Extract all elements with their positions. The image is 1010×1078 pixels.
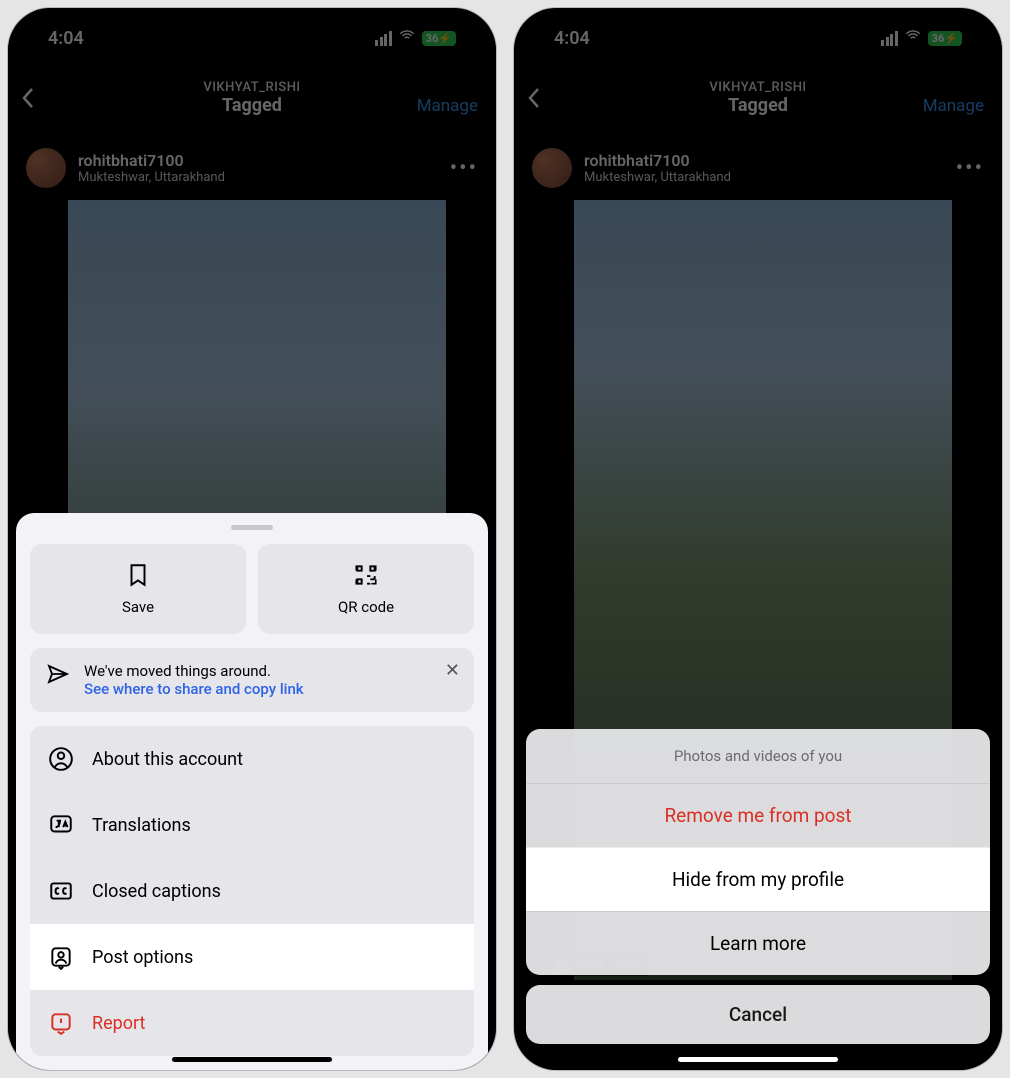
translations-label: Translations bbox=[92, 815, 191, 836]
poster-location[interactable]: Mukteshwar, Uttarakhand bbox=[584, 170, 731, 185]
post-options-label: Post options bbox=[92, 947, 193, 968]
close-icon[interactable]: ✕ bbox=[445, 660, 460, 681]
notice-line1: We've moved things around. bbox=[84, 662, 304, 680]
poster-username[interactable]: rohitbhati7100 bbox=[78, 151, 225, 170]
closed-captions-item[interactable]: Closed captions bbox=[30, 858, 474, 924]
wifi-icon bbox=[398, 27, 416, 50]
options-menu: About this account Translations Closed c… bbox=[30, 726, 474, 1056]
cancel-button[interactable]: Cancel bbox=[526, 985, 990, 1044]
send-icon bbox=[46, 662, 70, 686]
post-header: rohitbhati7100 Mukteshwar, Uttarakhand •… bbox=[514, 148, 1002, 188]
cellular-icon bbox=[375, 31, 392, 46]
avatar[interactable] bbox=[26, 148, 66, 188]
qr-label: QR code bbox=[338, 598, 394, 616]
report-icon bbox=[48, 1010, 74, 1036]
home-indicator[interactable] bbox=[172, 1057, 332, 1062]
status-time: 4:04 bbox=[554, 28, 590, 49]
status-bar: 4:04 36⚡ bbox=[8, 8, 496, 68]
nav-header: VIKHYAT_RISHI Tagged Manage bbox=[514, 80, 1002, 116]
back-button[interactable] bbox=[20, 86, 36, 116]
report-item[interactable]: Report bbox=[30, 990, 474, 1056]
home-indicator[interactable] bbox=[678, 1057, 838, 1062]
user-icon bbox=[48, 746, 74, 772]
alert-header: Photos and videos of you bbox=[526, 729, 990, 783]
nav-header: VIKHYAT_RISHI Tagged Manage bbox=[8, 80, 496, 116]
sheet-handle[interactable] bbox=[231, 525, 273, 530]
person-tag-icon bbox=[48, 944, 74, 970]
about-label: About this account bbox=[92, 749, 243, 770]
poster-location[interactable]: Mukteshwar, Uttarakhand bbox=[78, 170, 225, 185]
back-button[interactable] bbox=[526, 86, 542, 116]
avatar[interactable] bbox=[532, 148, 572, 188]
captions-label: Closed captions bbox=[92, 881, 221, 902]
cc-icon bbox=[48, 878, 74, 904]
nav-subtitle: VIKHYAT_RISHI bbox=[203, 80, 300, 95]
translations-item[interactable]: Translations bbox=[30, 792, 474, 858]
battery-indicator: 36⚡ bbox=[928, 31, 962, 46]
report-label: Report bbox=[92, 1013, 145, 1034]
post-options-item[interactable]: Post options bbox=[30, 924, 474, 990]
status-time: 4:04 bbox=[48, 28, 84, 49]
qr-code-button[interactable]: QR code bbox=[258, 544, 474, 634]
save-label: Save bbox=[122, 598, 154, 616]
remove-from-post-button[interactable]: Remove me from post bbox=[526, 783, 990, 847]
manage-button[interactable]: Manage bbox=[417, 96, 478, 116]
status-bar: 4:04 36⚡ bbox=[514, 8, 1002, 68]
notice-link[interactable]: See where to share and copy link bbox=[84, 680, 304, 698]
translate-icon bbox=[48, 812, 74, 838]
learn-more-button[interactable]: Learn more bbox=[526, 911, 990, 975]
share-notice: We've moved things around. See where to … bbox=[30, 648, 474, 712]
more-options-button[interactable]: ••• bbox=[450, 156, 478, 181]
wifi-icon bbox=[904, 27, 922, 50]
action-sheet: Photos and videos of you Remove me from … bbox=[526, 729, 990, 1044]
more-options-button[interactable]: ••• bbox=[956, 156, 984, 181]
poster-username[interactable]: rohitbhati7100 bbox=[584, 151, 731, 170]
save-button[interactable]: Save bbox=[30, 544, 246, 634]
battery-indicator: 36⚡ bbox=[422, 31, 456, 46]
hide-from-profile-button[interactable]: Hide from my profile bbox=[526, 847, 990, 911]
about-account-item[interactable]: About this account bbox=[30, 726, 474, 792]
bottom-sheet: Save QR code We've moved things around. … bbox=[16, 513, 488, 1070]
manage-button[interactable]: Manage bbox=[923, 96, 984, 116]
post-header: rohitbhati7100 Mukteshwar, Uttarakhand •… bbox=[8, 148, 496, 188]
nav-title: Tagged bbox=[709, 95, 806, 116]
nav-title: Tagged bbox=[203, 95, 300, 116]
phone-right: 4:04 36⚡ VIKHYAT_RISHI Tagged Manage roh… bbox=[514, 8, 1002, 1070]
cellular-icon bbox=[881, 31, 898, 46]
nav-subtitle: VIKHYAT_RISHI bbox=[709, 80, 806, 95]
phone-left: 4:04 36⚡ VIKHYAT_RISHI Tagged Manage roh… bbox=[8, 8, 496, 1070]
